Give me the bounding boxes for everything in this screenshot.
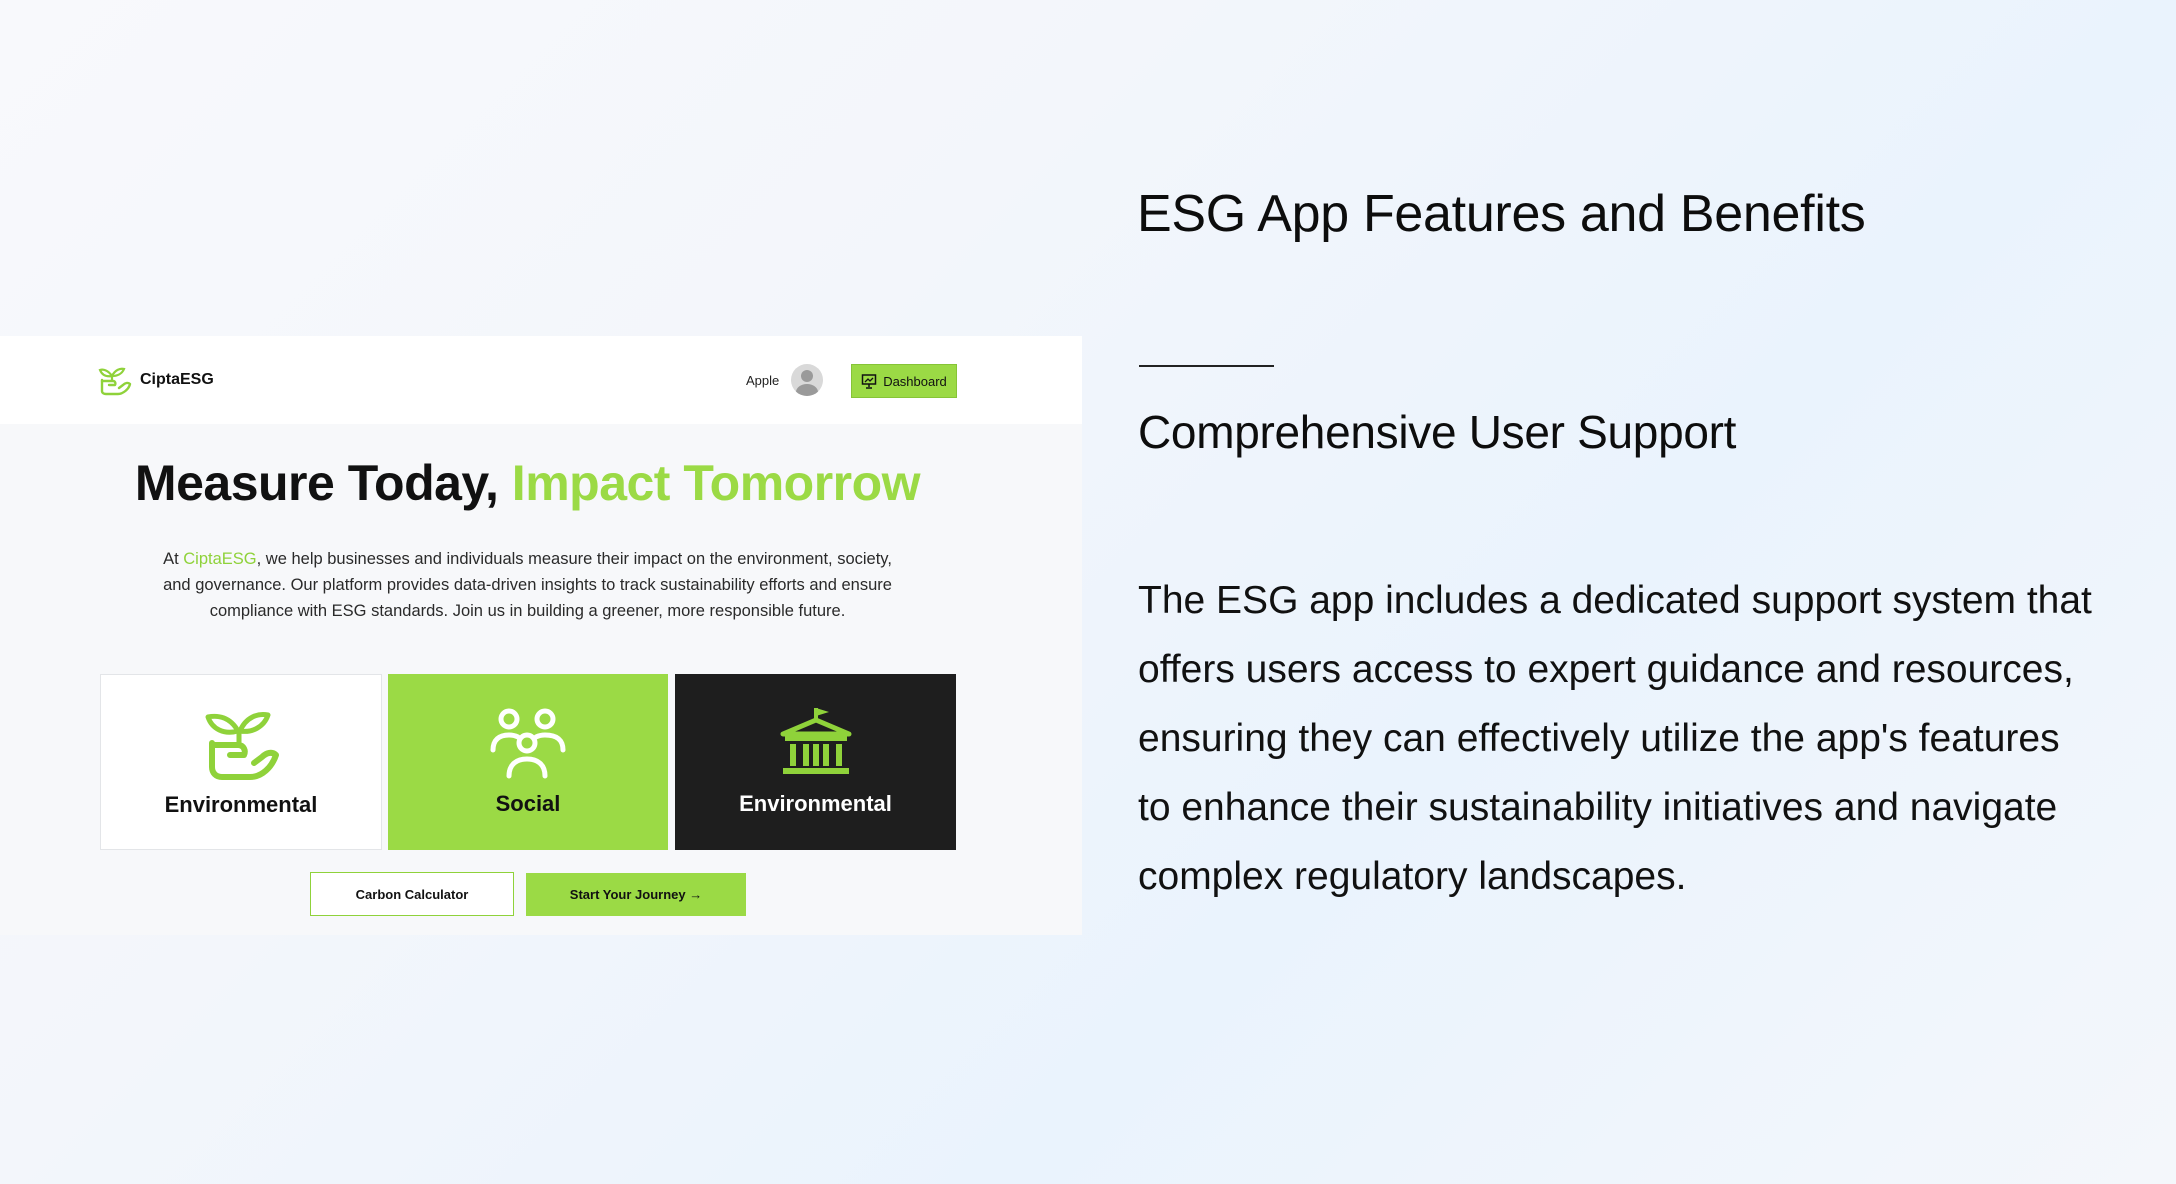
- title-divider: [1139, 365, 1274, 367]
- headline-part1: Measure Today,: [134, 455, 512, 511]
- app-screenshot: CiptaESG Apple Dashboard Measure Today, …: [0, 336, 1082, 935]
- intro-text: , we help businesses and individuals mea…: [163, 550, 892, 620]
- user-name: Apple: [746, 372, 780, 388]
- card-governance[interactable]: Environmental: [675, 674, 956, 850]
- brand-name: CiptaESG: [140, 371, 214, 388]
- carbon-calculator-button[interactable]: Carbon Calculator: [310, 872, 514, 916]
- brand[interactable]: CiptaESG: [98, 364, 214, 396]
- headline-accent: Impact Tomorrow: [511, 455, 921, 511]
- user-menu[interactable]: Apple: [746, 364, 824, 396]
- intro-brand: CiptaESG: [183, 550, 257, 568]
- card-social[interactable]: Social: [388, 674, 668, 850]
- people-group-icon: [490, 708, 566, 779]
- card-label: Environmental: [739, 791, 892, 816]
- card-label: Social: [495, 791, 561, 816]
- plant-in-hand-icon: [205, 712, 279, 780]
- hero-headline: Measure Today, Impact Tomorrow: [0, 454, 1055, 512]
- feature-subtitle: Comprehensive User Support: [1138, 406, 1737, 458]
- user-avatar-icon: [796, 370, 819, 396]
- feature-description: The ESG app includes a dedicated support…: [1138, 579, 2092, 898]
- start-journey-button[interactable]: Start Your Journey →: [526, 873, 746, 916]
- top-navbar: CiptaESG Apple Dashboard: [0, 336, 1082, 424]
- leaf-hand-logo-icon: [98, 367, 132, 396]
- presentation-chart-icon: [861, 374, 877, 389]
- intro-prefix: At: [163, 550, 184, 568]
- hero-intro: At CiptaESG, we help businesses and indi…: [160, 546, 895, 624]
- feature-title: ESG App Features and Benefits: [1137, 185, 1866, 243]
- card-label: Environmental: [164, 792, 318, 817]
- avatar[interactable]: [791, 364, 824, 396]
- card-environmental[interactable]: Environmental: [100, 674, 382, 850]
- dashboard-button[interactable]: Dashboard: [851, 364, 957, 398]
- government-building-icon: [780, 708, 851, 774]
- dashboard-label: Dashboard: [883, 373, 947, 389]
